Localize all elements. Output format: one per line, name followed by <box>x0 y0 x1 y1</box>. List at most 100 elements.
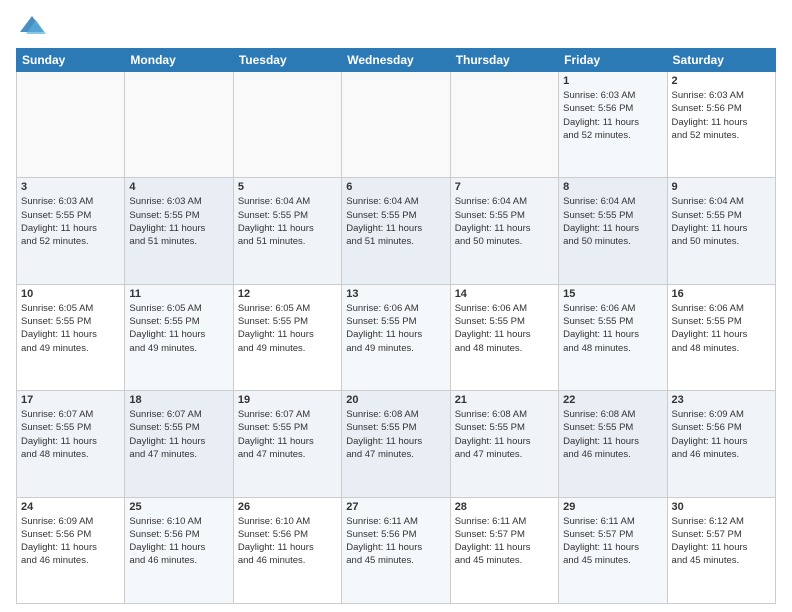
day-info: Sunrise: 6:04 AMSunset: 5:55 PMDaylight:… <box>563 195 662 248</box>
day-number: 16 <box>672 288 771 300</box>
day-number: 24 <box>21 501 120 513</box>
day-cell <box>125 72 233 178</box>
day-number: 28 <box>455 501 554 513</box>
day-cell: 17 Sunrise: 6:07 AMSunset: 5:55 PMDayligh… <box>17 391 125 497</box>
day-number: 8 <box>563 181 662 193</box>
day-number: 17 <box>21 394 120 406</box>
day-cell: 4 Sunrise: 6:03 AMSunset: 5:55 PMDaylight… <box>125 178 233 284</box>
day-number: 10 <box>21 288 120 300</box>
day-info: Sunrise: 6:07 AMSunset: 5:55 PMDaylight:… <box>129 408 228 461</box>
page: SundayMondayTuesdayWednesdayThursdayFrid… <box>0 0 792 612</box>
day-info: Sunrise: 6:11 AMSunset: 5:57 PMDaylight:… <box>455 515 554 568</box>
day-cell: 20Sunrise: 6:08 AMSunset: 5:55 PMDayligh… <box>342 391 450 497</box>
day-info: Sunrise: 6:04 AMSunset: 5:55 PMDaylight:… <box>238 195 337 248</box>
day-cell: 19 Sunrise: 6:07 AMSunset: 5:55 PMDayligh… <box>233 391 341 497</box>
day-info: Sunrise: 6:09 AMSunset: 5:56 PMDaylight:… <box>672 408 771 461</box>
day-cell: 25 Sunrise: 6:10 AMSunset: 5:56 PMDayligh… <box>125 497 233 603</box>
day-number: 4 <box>129 181 228 193</box>
week-row-1: 3 Sunrise: 6:03 AMSunset: 5:55 PMDaylight… <box>17 178 776 284</box>
day-number: 26 <box>238 501 337 513</box>
day-info: Sunrise: 6:10 AMSunset: 5:56 PMDaylight:… <box>238 515 337 568</box>
day-info: Sunrise: 6:06 AMSunset: 5:55 PMDaylight:… <box>672 302 771 355</box>
day-number: 5 <box>238 181 337 193</box>
day-info: Sunrise: 6:09 AMSunset: 5:56 PMDaylight:… <box>21 515 120 568</box>
day-cell: 12Sunrise: 6:05 AMSunset: 5:55 PMDayligh… <box>233 284 341 390</box>
day-cell: 6 Sunrise: 6:04 AMSunset: 5:55 PMDaylight… <box>342 178 450 284</box>
weekday-header-wednesday: Wednesday <box>342 49 450 72</box>
day-cell: 14Sunrise: 6:06 AMSunset: 5:55 PMDayligh… <box>450 284 558 390</box>
day-number: 2 <box>672 75 771 87</box>
day-number: 30 <box>672 501 771 513</box>
day-number: 25 <box>129 501 228 513</box>
day-info: Sunrise: 6:04 AMSunset: 5:55 PMDaylight:… <box>672 195 771 248</box>
day-cell: 1 Sunrise: 6:03 AMSunset: 5:56 PMDaylight… <box>559 72 667 178</box>
day-cell: 28 Sunrise: 6:11 AMSunset: 5:57 PMDayligh… <box>450 497 558 603</box>
day-cell: 9 Sunrise: 6:04 AMSunset: 5:55 PMDaylight… <box>667 178 775 284</box>
day-cell: 29 Sunrise: 6:11 AMSunset: 5:57 PMDayligh… <box>559 497 667 603</box>
day-info: Sunrise: 6:05 AMSunset: 5:55 PMDaylight:… <box>21 302 120 355</box>
day-info: Sunrise: 6:03 AMSunset: 5:55 PMDaylight:… <box>21 195 120 248</box>
day-number: 22 <box>563 394 662 406</box>
day-info: Sunrise: 6:08 AMSunset: 5:55 PMDaylight:… <box>455 408 554 461</box>
day-info: Sunrise: 6:10 AMSunset: 5:56 PMDaylight:… <box>129 515 228 568</box>
day-cell: 26 Sunrise: 6:10 AMSunset: 5:56 PMDayligh… <box>233 497 341 603</box>
day-number: 18 <box>129 394 228 406</box>
day-cell <box>342 72 450 178</box>
day-info: Sunrise: 6:08 AMSunset: 5:55 PMDaylight:… <box>563 408 662 461</box>
day-cell: 3 Sunrise: 6:03 AMSunset: 5:55 PMDaylight… <box>17 178 125 284</box>
day-info: Sunrise: 6:06 AMSunset: 5:55 PMDaylight:… <box>346 302 445 355</box>
day-number: 29 <box>563 501 662 513</box>
header <box>16 16 776 40</box>
day-info: Sunrise: 6:11 AMSunset: 5:56 PMDaylight:… <box>346 515 445 568</box>
day-cell <box>233 72 341 178</box>
day-cell <box>17 72 125 178</box>
day-number: 15 <box>563 288 662 300</box>
weekday-header-sunday: Sunday <box>17 49 125 72</box>
week-row-0: 1 Sunrise: 6:03 AMSunset: 5:56 PMDaylight… <box>17 72 776 178</box>
week-row-2: 10 Sunrise: 6:05 AMSunset: 5:55 PMDayligh… <box>17 284 776 390</box>
day-number: 12 <box>238 288 337 300</box>
day-number: 23 <box>672 394 771 406</box>
day-info: Sunrise: 6:06 AMSunset: 5:55 PMDaylight:… <box>563 302 662 355</box>
day-number: 9 <box>672 181 771 193</box>
day-cell: 15 Sunrise: 6:06 AMSunset: 5:55 PMDayligh… <box>559 284 667 390</box>
logo <box>16 16 46 40</box>
day-info: Sunrise: 6:04 AMSunset: 5:55 PMDaylight:… <box>346 195 445 248</box>
day-info: Sunrise: 6:11 AMSunset: 5:57 PMDaylight:… <box>563 515 662 568</box>
weekday-header-saturday: Saturday <box>667 49 775 72</box>
day-info: Sunrise: 6:04 AMSunset: 5:55 PMDaylight:… <box>455 195 554 248</box>
day-cell: 23 Sunrise: 6:09 AMSunset: 5:56 PMDayligh… <box>667 391 775 497</box>
day-info: Sunrise: 6:12 AMSunset: 5:57 PMDaylight:… <box>672 515 771 568</box>
day-cell: 24 Sunrise: 6:09 AMSunset: 5:56 PMDayligh… <box>17 497 125 603</box>
day-cell: 11 Sunrise: 6:05 AMSunset: 5:55 PMDayligh… <box>125 284 233 390</box>
day-number: 20 <box>346 394 445 406</box>
week-row-4: 24 Sunrise: 6:09 AMSunset: 5:56 PMDayligh… <box>17 497 776 603</box>
day-info: Sunrise: 6:07 AMSunset: 5:55 PMDaylight:… <box>238 408 337 461</box>
weekday-header-friday: Friday <box>559 49 667 72</box>
day-cell: 27 Sunrise: 6:11 AMSunset: 5:56 PMDayligh… <box>342 497 450 603</box>
day-info: Sunrise: 6:03 AMSunset: 5:56 PMDaylight:… <box>563 89 662 142</box>
day-cell: 10 Sunrise: 6:05 AMSunset: 5:55 PMDayligh… <box>17 284 125 390</box>
day-number: 6 <box>346 181 445 193</box>
day-cell: 18 Sunrise: 6:07 AMSunset: 5:55 PMDayligh… <box>125 391 233 497</box>
weekday-header-thursday: Thursday <box>450 49 558 72</box>
day-info: Sunrise: 6:03 AMSunset: 5:55 PMDaylight:… <box>129 195 228 248</box>
weekday-header-tuesday: Tuesday <box>233 49 341 72</box>
day-number: 21 <box>455 394 554 406</box>
day-info: Sunrise: 6:05 AMSunset: 5:55 PMDaylight:… <box>129 302 228 355</box>
week-row-3: 17 Sunrise: 6:07 AMSunset: 5:55 PMDayligh… <box>17 391 776 497</box>
day-number: 3 <box>21 181 120 193</box>
logo-icon <box>18 12 46 40</box>
day-number: 19 <box>238 394 337 406</box>
day-info: Sunrise: 6:07 AMSunset: 5:55 PMDaylight:… <box>21 408 120 461</box>
day-number: 14 <box>455 288 554 300</box>
day-number: 7 <box>455 181 554 193</box>
day-number: 27 <box>346 501 445 513</box>
day-number: 1 <box>563 75 662 87</box>
day-number: 11 <box>129 288 228 300</box>
day-cell: 5 Sunrise: 6:04 AMSunset: 5:55 PMDaylight… <box>233 178 341 284</box>
day-cell: 21 Sunrise: 6:08 AMSunset: 5:55 PMDayligh… <box>450 391 558 497</box>
calendar-table: SundayMondayTuesdayWednesdayThursdayFrid… <box>16 48 776 604</box>
weekday-header-monday: Monday <box>125 49 233 72</box>
day-cell: 30 Sunrise: 6:12 AMSunset: 5:57 PMDayligh… <box>667 497 775 603</box>
